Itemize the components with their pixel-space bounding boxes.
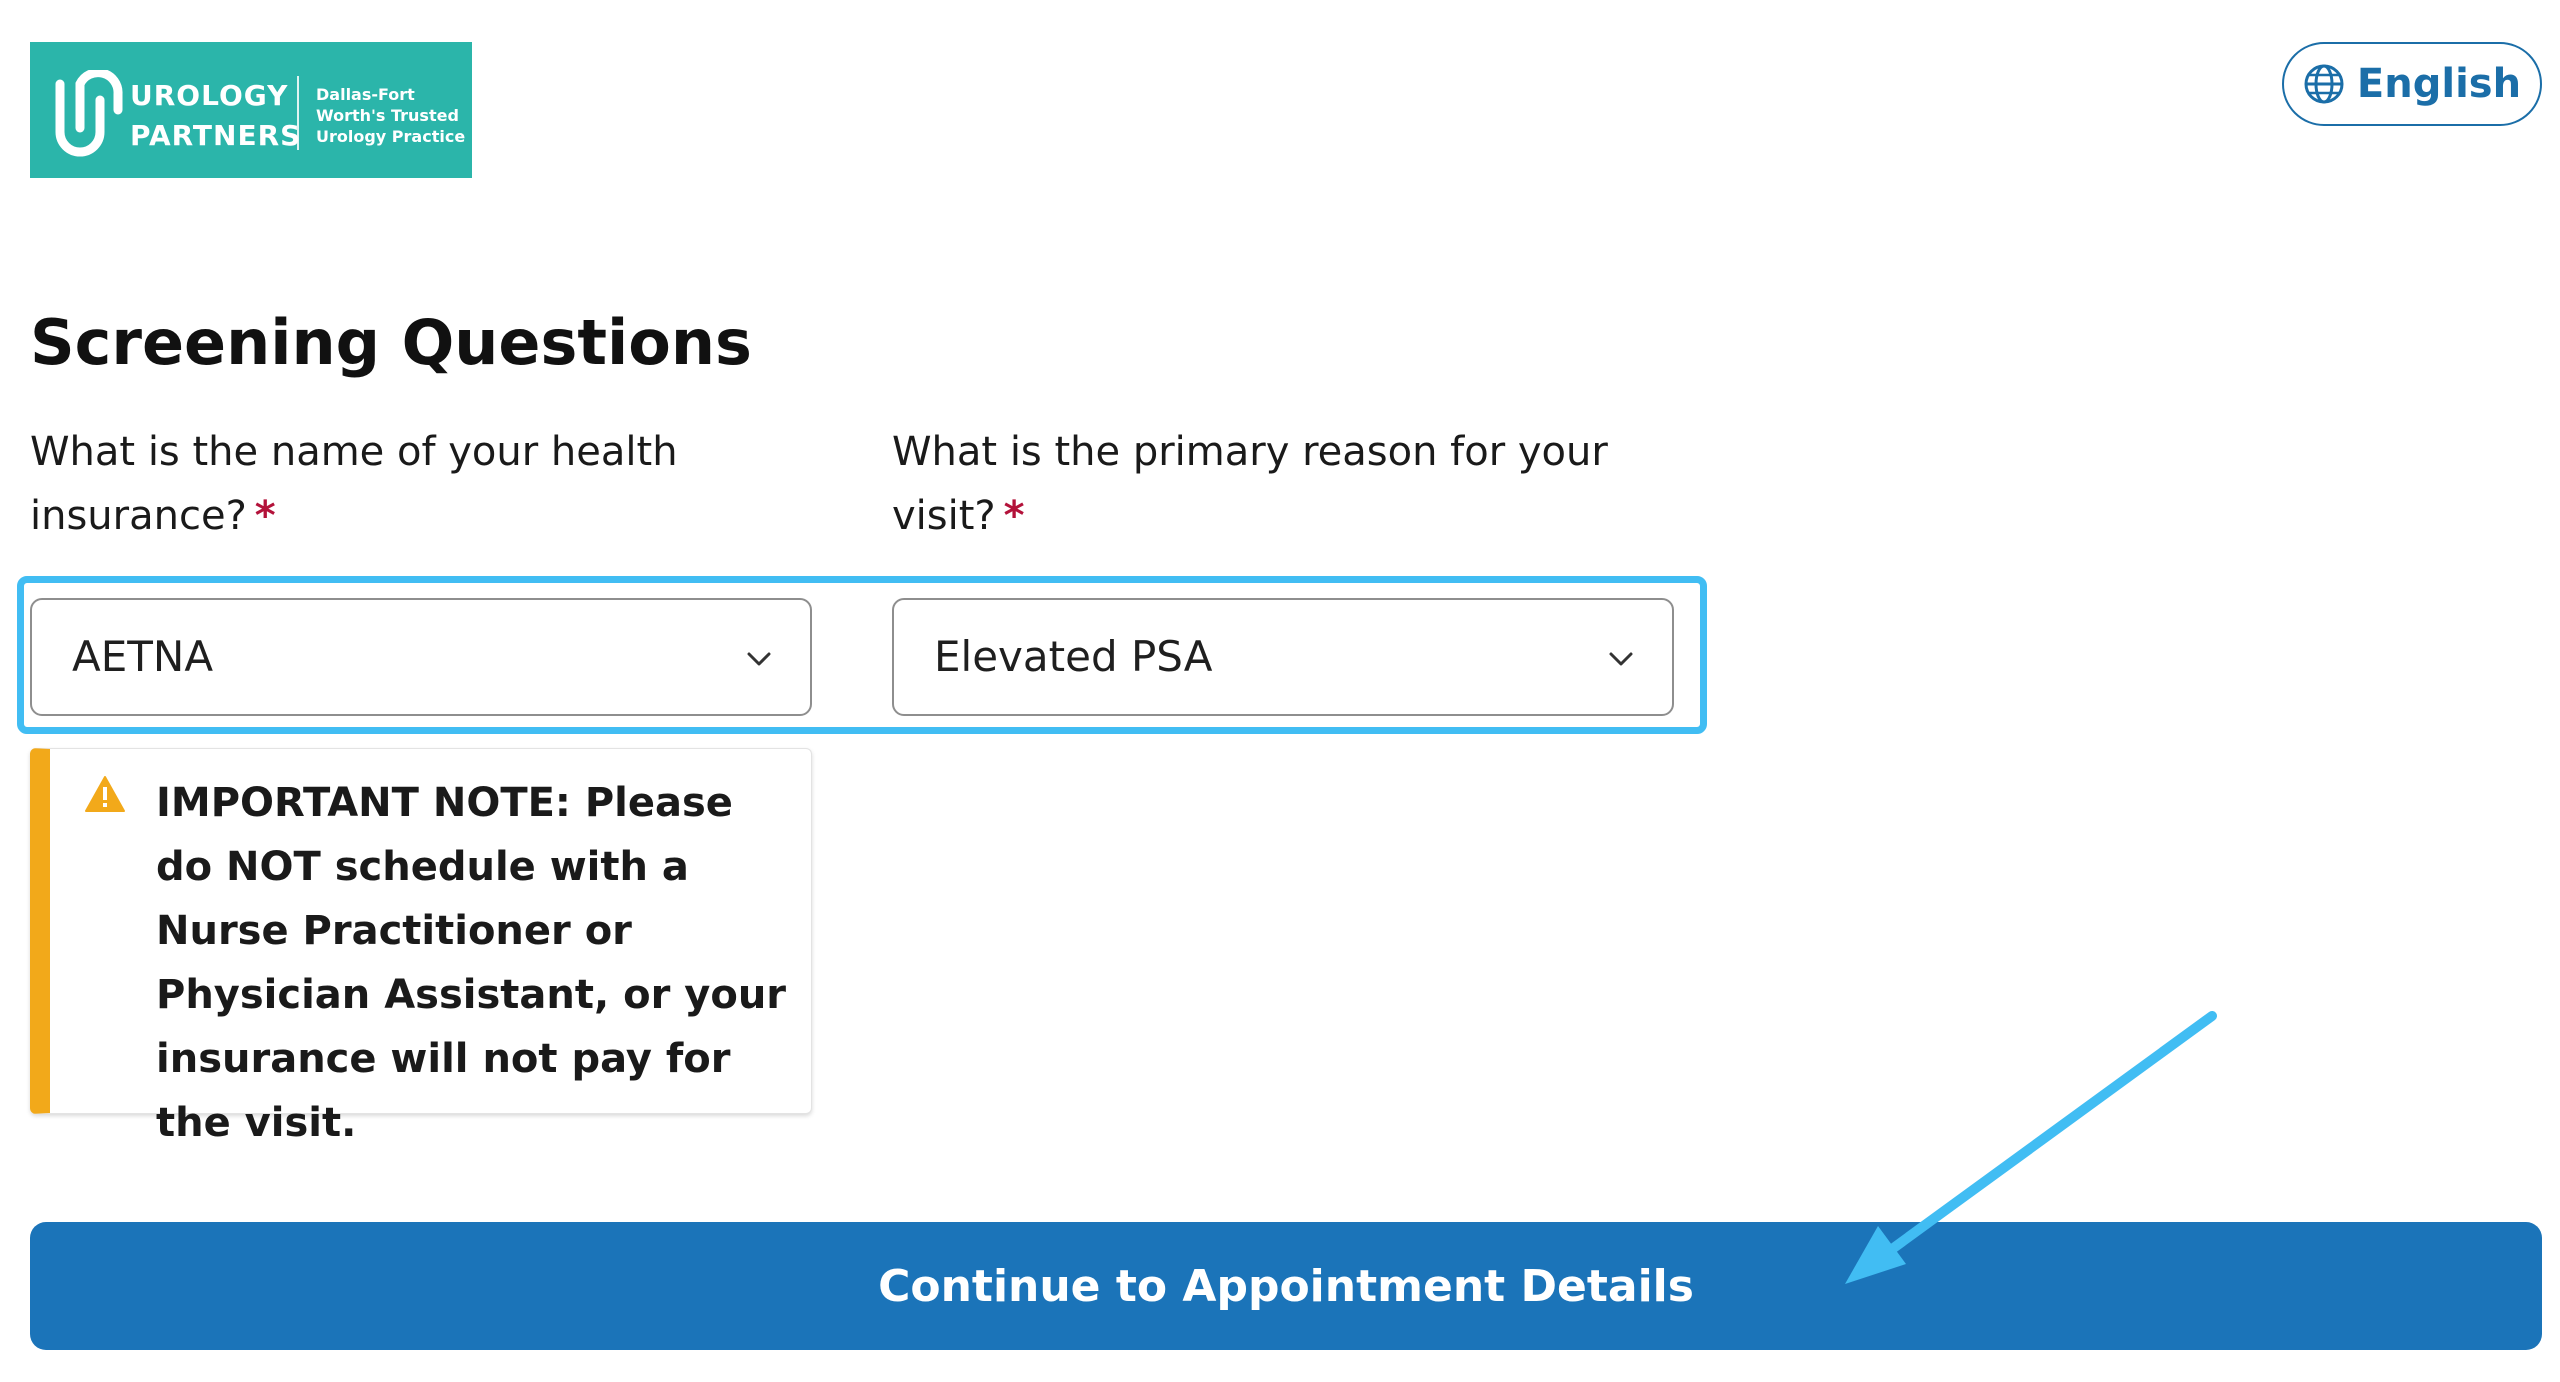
language-selector-button[interactable]: English: [2282, 42, 2542, 126]
logo-mark-icon: [55, 70, 123, 157]
globe-icon: [2304, 64, 2344, 104]
insurance-question-label: What is the name of your health insuranc…: [30, 420, 810, 548]
urology-partners-logo[interactable]: UROLOGY PARTNERS Dallas-Fort Worth's Tru…: [30, 42, 472, 178]
page-title: Screening Questions: [30, 306, 752, 379]
logo-tagline-line3: Urology Practice: [316, 127, 466, 146]
chevron-down-icon: [1609, 652, 1633, 666]
logo-name-line1: UROLOGY: [130, 79, 289, 112]
logo-tagline-line2: Worth's Trusted: [316, 106, 459, 125]
insurance-question-text: What is the name of your health insuranc…: [30, 429, 678, 539]
logo-name-line2: PARTNERS: [130, 119, 302, 152]
visit-reason-select[interactable]: Elevated PSA: [892, 598, 1674, 716]
chevron-down-icon: [747, 652, 771, 666]
visit-reason-select-value: Elevated PSA: [934, 632, 1213, 681]
important-note-alert: IMPORTANT NOTE: Please do NOT schedule w…: [30, 748, 812, 1146]
visit-reason-question-text: What is the primary reason for your visi…: [892, 429, 1608, 539]
logo-tagline: Dallas-Fort Worth's Trusted Urology Prac…: [316, 84, 465, 147]
important-note-text: IMPORTANT NOTE: Please do NOT schedule w…: [156, 780, 787, 1146]
insurance-select[interactable]: AETNA: [30, 598, 812, 716]
visit-reason-question-label: What is the primary reason for your visi…: [892, 420, 1672, 548]
required-marker: *: [254, 493, 276, 539]
logo-name: UROLOGY PARTNERS: [130, 76, 301, 156]
required-marker: *: [1003, 493, 1025, 539]
warning-icon: [85, 776, 125, 812]
insurance-select-value: AETNA: [72, 632, 214, 681]
logo-tagline-line1: Dallas-Fort: [316, 85, 415, 104]
logo-divider: [297, 76, 299, 150]
continue-button[interactable]: Continue to Appointment Details: [30, 1222, 2542, 1350]
language-label: English: [2356, 61, 2522, 107]
